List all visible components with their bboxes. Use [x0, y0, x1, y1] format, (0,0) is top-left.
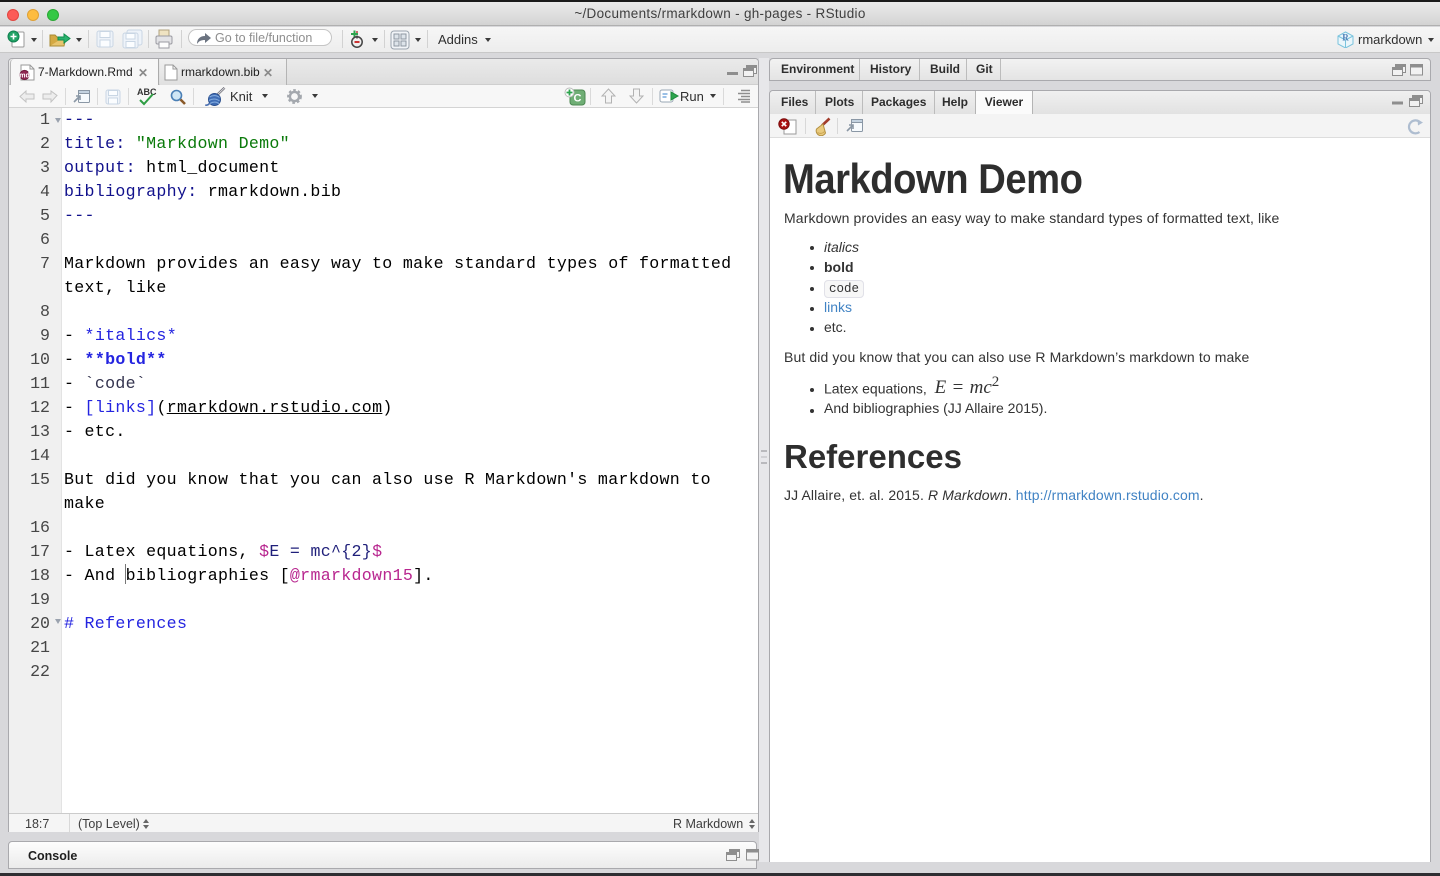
- svg-text:md: md: [19, 73, 30, 80]
- svg-text:R: R: [1342, 33, 1349, 43]
- svg-text:C: C: [574, 93, 582, 105]
